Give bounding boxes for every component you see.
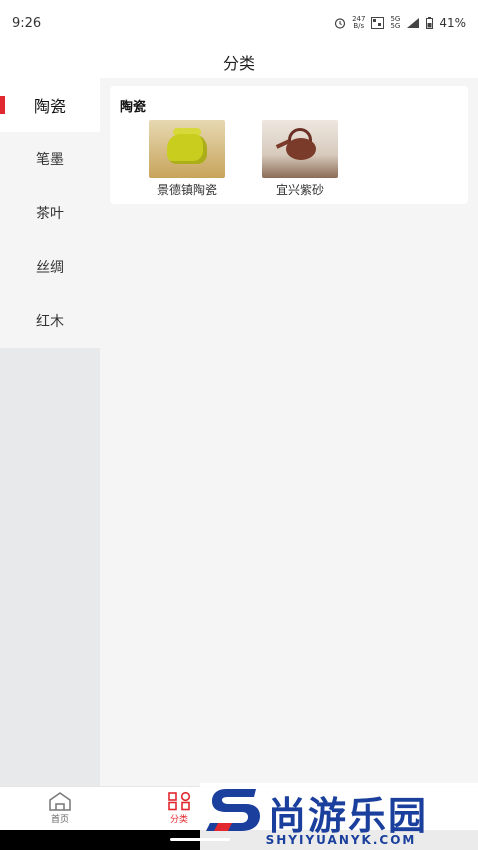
sidebar-item-tea[interactable]: 茶叶 [0,186,100,240]
product-image-ceramic-jar [149,120,225,178]
hd-icon [371,17,385,29]
sidebar-item-label: 丝绸 [36,260,64,276]
category-card: 陶瓷 景德镇陶瓷 宜兴紫砂 [110,86,468,204]
tab-label: 首页 [50,815,69,825]
status-icons: 247 B/s 5G 5G 41% [334,16,466,30]
home-icon [49,792,71,811]
sidebar-item-ceramics[interactable]: 陶瓷 [0,78,100,132]
category-sidebar: 陶瓷 笔墨 茶叶 丝绸 红木 [0,78,100,786]
product-label: 景德镇陶瓷 [156,183,217,197]
signal-icon [407,18,420,28]
sidebar-item-label: 红木 [36,314,64,330]
product-item-yixing[interactable]: 宜兴紫砂 [250,120,350,198]
tab-home[interactable]: 首页 [30,791,90,825]
network-speed: 247 B/s [352,15,366,30]
sidebar-item-brush-ink[interactable]: 笔墨 [0,132,100,186]
category-grid-icon [168,791,191,811]
watermark-logo-icon [206,789,260,831]
product-label: 宜兴紫砂 [275,183,324,197]
sidebar-item-label: 笔墨 [36,152,64,168]
sidebar-item-label: 陶瓷 [33,97,66,116]
status-time: 9:26 [12,15,42,31]
status-bar: 9:26 247 B/s 5G 5G 41% [0,0,478,46]
page-title: 分类 [222,54,255,73]
alarm-icon [334,18,346,29]
sidebar-item-label: 茶叶 [36,206,64,222]
sidebar-item-rosewood[interactable]: 红木 [0,294,100,348]
watermark-url: SHYIYUANYK.COM [265,833,417,847]
battery-level: 41% [439,16,466,30]
watermark-overlay: 尚游乐园 SHYIYUANYK.COM [200,783,478,850]
sidebar-item-silk[interactable]: 丝绸 [0,240,100,294]
product-item-jingdezhen[interactable]: 景德镇陶瓷 [137,120,237,198]
page-header: 分类 [0,46,478,78]
product-image-teapot [262,120,338,178]
tab-label: 分类 [169,815,188,825]
watermark-title: 尚游乐园 [268,794,429,838]
network-type: 5G 5G [390,15,401,30]
category-content: 陶瓷 景德镇陶瓷 宜兴紫砂 [100,78,478,786]
battery-icon [426,17,434,29]
section-title: 陶瓷 [120,100,147,115]
